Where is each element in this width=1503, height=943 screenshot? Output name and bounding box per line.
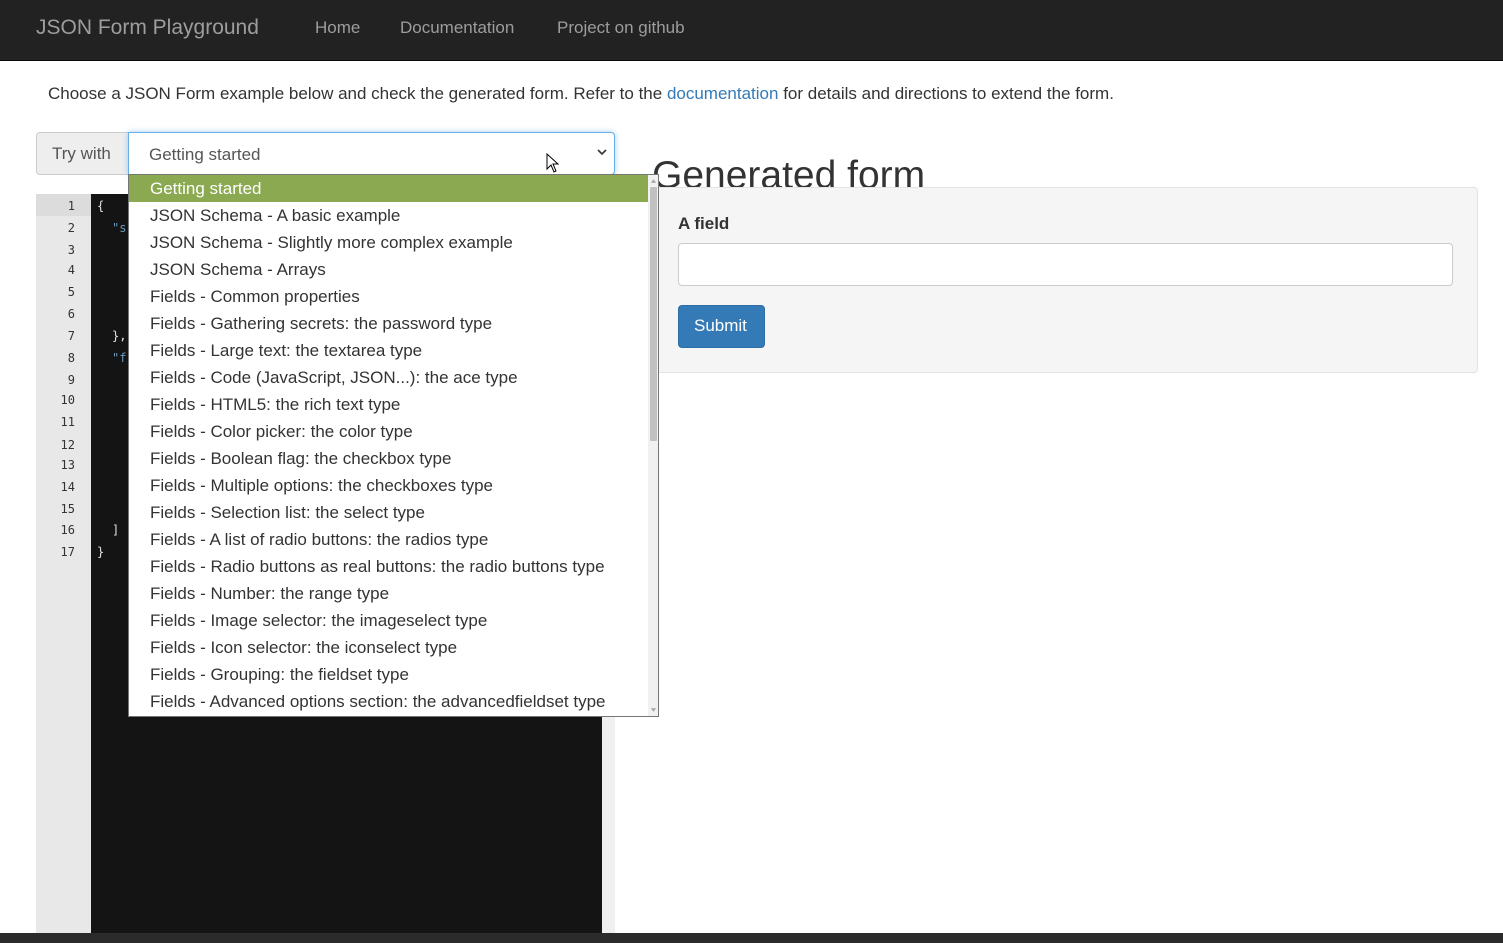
dropdown-option[interactable]: Fields - Common properties [129, 283, 648, 310]
try-with-addon: Try with [36, 132, 129, 175]
line-number: 8 [67, 351, 75, 365]
line-number: 12 [60, 438, 75, 452]
intro-text-after: for details and directions to extend the… [778, 84, 1114, 103]
line-number: 7 [67, 329, 75, 343]
field-label: A field [678, 214, 730, 233]
taskbar [0, 933, 1503, 943]
line-number: 10 [60, 393, 75, 407]
editor-gutter: 1 2 3 4 5 6 7 8 9 10 11 12 13 14 15 16 17 [36, 194, 91, 943]
dropdown-option[interactable]: JSON Schema - A basic example [129, 202, 648, 229]
code-line: "f [112, 351, 127, 365]
dropdown-option[interactable]: Getting started [129, 175, 648, 202]
code-line: "s [112, 221, 127, 235]
dropdown-option[interactable]: Fields - Multiple options: the checkboxe… [129, 472, 648, 499]
dropdown-option[interactable]: JSON Schema - Arrays [129, 256, 648, 283]
navbar-brand[interactable]: JSON Form Playground [36, 16, 259, 40]
line-number: 9 [67, 373, 75, 387]
intro-text-before: Choose a JSON Form example below and che… [48, 84, 667, 103]
dropdown-option[interactable]: Fields - Advanced options section: the a… [129, 688, 648, 715]
dropdown-option[interactable]: JSON Schema - Slightly more complex exam… [129, 229, 648, 256]
line-number: 6 [67, 307, 75, 321]
dropdown-option[interactable]: Fields - Icon selector: the iconselect t… [129, 634, 648, 661]
dropdown-scrollbar[interactable] [648, 175, 658, 716]
scroll-up-arrow-icon[interactable] [650, 177, 657, 185]
code-line: ] [112, 523, 120, 537]
code-line: }, [112, 329, 127, 343]
navbar: JSON Form Playground Home Documentation … [0, 0, 1503, 61]
line-number: 1 [67, 199, 75, 213]
dropdown-option[interactable]: Fields - Boolean flag: the checkbox type [129, 445, 648, 472]
line-number: 15 [60, 502, 75, 516]
nav-link-github[interactable]: Project on github [557, 18, 685, 38]
a-field-input[interactable] [678, 243, 1453, 286]
chevron-down-icon [597, 149, 607, 156]
dropdown-option[interactable]: Fields - Radio buttons as real buttons: … [129, 553, 648, 580]
line-number: 17 [60, 545, 75, 559]
dropdown-option[interactable]: Fields - A list of radio buttons: the ra… [129, 526, 648, 553]
code-line: } [97, 545, 105, 559]
dropdown-option[interactable]: Fields - Gathering secrets: the password… [129, 310, 648, 337]
dropdown-option[interactable]: Fields - Color picker: the color type [129, 418, 648, 445]
nav-link-documentation[interactable]: Documentation [400, 18, 514, 38]
dropdown-option[interactable]: Fields - HTML5: the rich text type [129, 391, 648, 418]
dropdown-option[interactable]: Fields - Image selector: the imageselect… [129, 607, 648, 634]
example-dropdown-list[interactable]: Getting started JSON Schema - A basic exa… [128, 174, 659, 717]
submit-button[interactable]: Submit [678, 305, 765, 348]
scroll-down-arrow-icon[interactable] [650, 706, 657, 714]
dropdown-option[interactable]: Fields - Selection list: the select type [129, 499, 648, 526]
line-number: 2 [67, 221, 75, 235]
dropdown-option[interactable]: Fields - Number: the range type [129, 580, 648, 607]
mouse-cursor-icon [546, 153, 560, 173]
example-select-value: Getting started [149, 145, 261, 164]
active-line-highlight [36, 194, 91, 216]
dropdown-scrollbar-thumb[interactable] [650, 187, 657, 441]
line-number: 11 [60, 415, 75, 429]
dropdown-option[interactable]: Fields - Code (JavaScript, JSON...): the… [129, 364, 648, 391]
documentation-link[interactable]: documentation [667, 84, 779, 103]
dropdown-option[interactable]: Fields - Large text: the textarea type [129, 337, 648, 364]
intro-text: Choose a JSON Form example below and che… [48, 84, 1114, 104]
line-number: 13 [60, 458, 75, 472]
line-number: 14 [60, 480, 75, 494]
dropdown-option[interactable]: Fields - Grouping: the fieldset type [129, 661, 648, 688]
example-select[interactable]: Getting started [128, 132, 615, 175]
line-number: 4 [67, 263, 75, 277]
line-number: 3 [67, 243, 75, 257]
line-number: 16 [60, 523, 75, 537]
code-line: { [97, 199, 105, 213]
line-number: 5 [67, 285, 75, 299]
nav-link-home[interactable]: Home [315, 18, 360, 38]
